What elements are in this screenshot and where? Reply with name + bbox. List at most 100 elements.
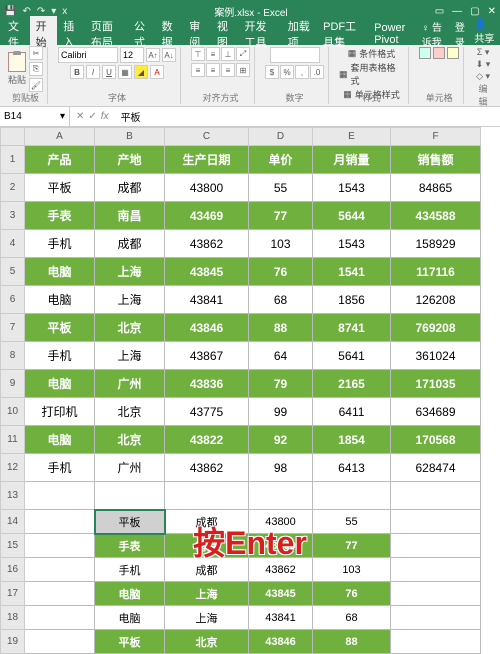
data-cell[interactable]: 上海: [95, 342, 165, 370]
data-cell[interactable]: 43841: [165, 286, 249, 314]
empty-cell[interactable]: [313, 482, 391, 510]
data-cell[interactable]: 平板: [25, 174, 95, 202]
merge-icon[interactable]: ⊞: [236, 63, 250, 77]
save-icon[interactable]: 💾: [4, 6, 16, 17]
data-cell[interactable]: 43845: [249, 582, 313, 606]
table-header-cell[interactable]: 单价: [249, 146, 313, 174]
cut-icon[interactable]: ✂: [29, 46, 43, 60]
row-header[interactable]: 1: [1, 146, 25, 174]
data-cell[interactable]: 平板: [25, 314, 95, 342]
data-cell[interactable]: 1856: [313, 286, 391, 314]
increase-font-icon[interactable]: A↑: [146, 48, 160, 62]
data-cell[interactable]: 北京: [95, 426, 165, 454]
row-header[interactable]: 13: [1, 482, 25, 510]
font-color-icon[interactable]: A: [150, 65, 164, 79]
data-cell[interactable]: 99: [249, 398, 313, 426]
data-cell[interactable]: 上海: [165, 582, 249, 606]
empty-cell[interactable]: [391, 482, 481, 510]
table-header-cell[interactable]: 生产日期: [165, 146, 249, 174]
data-cell[interactable]: 电脑: [25, 426, 95, 454]
data-cell[interactable]: 79: [249, 370, 313, 398]
font-name-select[interactable]: [58, 47, 118, 63]
comma-icon[interactable]: ,: [295, 65, 309, 79]
autosum-icon[interactable]: Σ ▾: [477, 47, 490, 58]
row-header[interactable]: 12: [1, 454, 25, 482]
italic-button[interactable]: I: [86, 65, 100, 79]
data-cell[interactable]: 1543: [313, 174, 391, 202]
data-cell[interactable]: 64: [249, 342, 313, 370]
data-cell[interactable]: 55: [249, 174, 313, 202]
data-cell[interactable]: 成都: [95, 174, 165, 202]
underline-button[interactable]: U: [102, 65, 116, 79]
empty-cell[interactable]: [25, 534, 95, 558]
border-icon[interactable]: ▦: [118, 65, 132, 79]
data-cell[interactable]: 43862: [165, 230, 249, 258]
data-cell[interactable]: 158929: [391, 230, 481, 258]
empty-cell[interactable]: [25, 482, 95, 510]
empty-cell[interactable]: [25, 558, 95, 582]
data-cell[interactable]: 广州: [95, 370, 165, 398]
data-cell[interactable]: 43862: [165, 454, 249, 482]
empty-cell[interactable]: [391, 534, 481, 558]
conditional-format-button[interactable]: ▦条件格式: [348, 47, 396, 60]
undo-icon[interactable]: ↶: [22, 6, 30, 17]
data-cell[interactable]: 84865: [391, 174, 481, 202]
empty-cell[interactable]: [95, 482, 165, 510]
align-middle-icon[interactable]: ≡: [206, 47, 220, 61]
row-header[interactable]: 6: [1, 286, 25, 314]
data-cell[interactable]: 上海: [95, 258, 165, 286]
table-header-cell[interactable]: 产品: [25, 146, 95, 174]
table-header-cell[interactable]: 产地: [95, 146, 165, 174]
empty-cell[interactable]: [25, 606, 95, 630]
ribbon-options-icon[interactable]: ▭: [435, 6, 444, 17]
name-box[interactable]: B14▾: [0, 107, 70, 126]
tab-powerpivot[interactable]: Power Pivot: [368, 20, 422, 48]
data-cell[interactable]: 南昌: [95, 202, 165, 230]
data-cell[interactable]: 361024: [391, 342, 481, 370]
data-cell[interactable]: 上海: [165, 606, 249, 630]
delete-cell-icon[interactable]: [433, 47, 445, 59]
data-cell[interactable]: 打印机: [25, 398, 95, 426]
format-painter-icon[interactable]: 🖌: [29, 78, 43, 92]
row-header[interactable]: 19: [1, 630, 25, 654]
fx-icon[interactable]: fx: [101, 111, 109, 122]
data-cell[interactable]: 6411: [313, 398, 391, 426]
data-cell[interactable]: 43846: [165, 314, 249, 342]
data-cell[interactable]: 1541: [313, 258, 391, 286]
cancel-formula-icon[interactable]: ✕: [76, 111, 84, 122]
data-cell[interactable]: 手机: [95, 558, 165, 582]
qat-dropdown-icon[interactable]: ▾: [51, 6, 56, 17]
data-cell[interactable]: 43800: [165, 174, 249, 202]
data-cell[interactable]: 77: [313, 534, 391, 558]
insert-cell-icon[interactable]: [419, 47, 431, 59]
data-cell[interactable]: 广州: [95, 454, 165, 482]
decrease-font-icon[interactable]: A↓: [162, 48, 176, 62]
row-header[interactable]: 11: [1, 426, 25, 454]
row-header[interactable]: 2: [1, 174, 25, 202]
col-header[interactable]: A: [25, 128, 95, 146]
empty-cell[interactable]: [249, 482, 313, 510]
data-cell[interactable]: 手机: [25, 342, 95, 370]
data-cell[interactable]: 电脑: [25, 286, 95, 314]
data-cell[interactable]: 77: [249, 202, 313, 230]
share-button[interactable]: 👤 共享: [474, 19, 498, 49]
empty-cell[interactable]: [25, 582, 95, 606]
row-header[interactable]: 4: [1, 230, 25, 258]
data-cell[interactable]: 6413: [313, 454, 391, 482]
data-cell[interactable]: 43822: [165, 426, 249, 454]
bold-button[interactable]: B: [70, 65, 84, 79]
fill-icon[interactable]: ⬇ ▾: [476, 59, 491, 70]
row-header[interactable]: 16: [1, 558, 25, 582]
data-cell[interactable]: 43845: [165, 258, 249, 286]
data-cell[interactable]: 43867: [165, 342, 249, 370]
data-cell[interactable]: 43846: [249, 630, 313, 654]
data-cell[interactable]: 98: [249, 454, 313, 482]
empty-cell[interactable]: [391, 606, 481, 630]
format-cell-icon[interactable]: [447, 47, 459, 59]
data-cell[interactable]: 手机: [25, 454, 95, 482]
align-center-icon[interactable]: ≡: [206, 63, 220, 77]
empty-cell[interactable]: [25, 630, 95, 654]
data-cell[interactable]: 68: [249, 286, 313, 314]
data-cell[interactable]: 634689: [391, 398, 481, 426]
number-format-select[interactable]: [270, 47, 320, 63]
